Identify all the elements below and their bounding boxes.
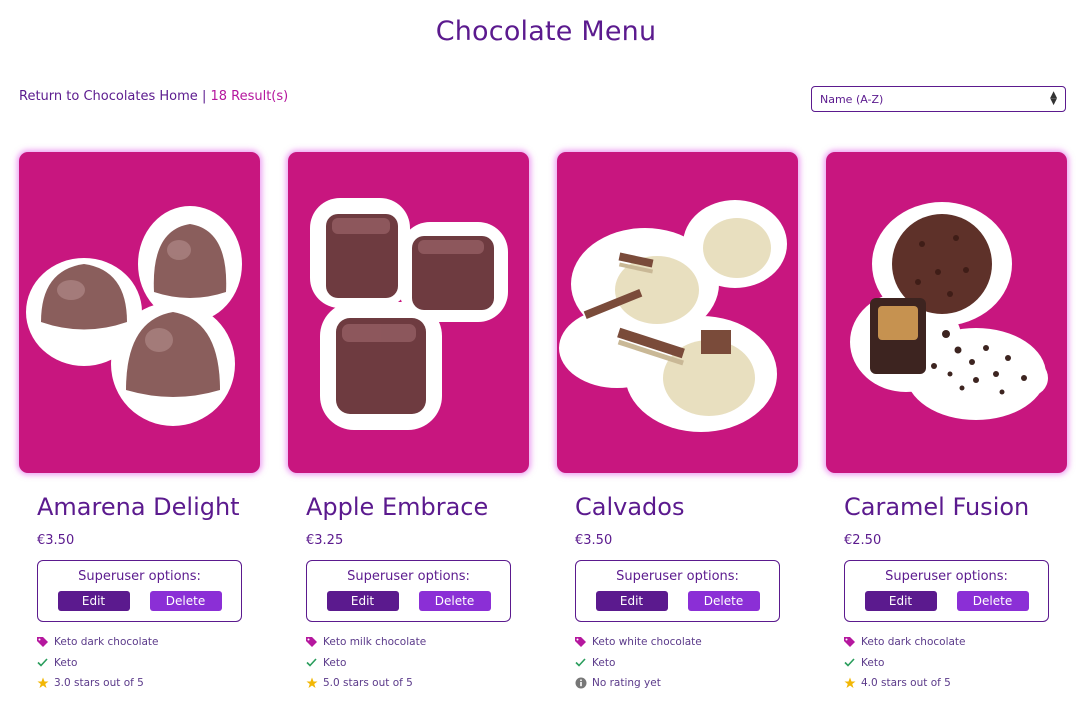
product-price: €3.25: [306, 533, 344, 548]
edit-button[interactable]: Edit: [864, 591, 937, 611]
superuser-options: Superuser options: Edit Delete: [844, 560, 1049, 622]
product-image[interactable]: [19, 152, 260, 473]
product-rating: 4.0 stars out of 5: [861, 677, 951, 690]
check-icon: [306, 658, 323, 667]
delete-button[interactable]: Delete: [418, 591, 491, 611]
chocolate-image: [559, 200, 787, 432]
product-price: €3.50: [575, 533, 613, 548]
product-meta: Keto milk chocolate Keto 5.0 stars out o…: [306, 632, 529, 694]
select-arrows-icon: ▲ ▼: [1050, 90, 1057, 107]
product-category: Keto dark chocolate: [861, 636, 966, 649]
superuser-title: Superuser options:: [78, 569, 201, 584]
edit-button[interactable]: Edit: [595, 591, 668, 611]
product-price: €3.50: [37, 533, 75, 548]
superuser-title: Superuser options:: [616, 569, 739, 584]
product-rating: No rating yet: [592, 677, 661, 690]
product-image[interactable]: [557, 152, 798, 473]
chocolate-image: [26, 206, 242, 426]
check-icon: [37, 658, 54, 667]
chocolate-image: [850, 202, 1048, 420]
superuser-title: Superuser options:: [347, 569, 470, 584]
info-icon: [575, 677, 592, 689]
tag-icon: [844, 636, 861, 648]
product-category: Keto milk chocolate: [323, 636, 427, 649]
superuser-options: Superuser options: Edit Delete: [306, 560, 511, 622]
edit-button[interactable]: Edit: [326, 591, 399, 611]
separator: |: [201, 89, 207, 104]
tag-icon: [306, 636, 323, 648]
product-category: Keto white chocolate: [592, 636, 702, 649]
star-icon: [844, 677, 861, 689]
product-name[interactable]: Apple Embrace: [306, 493, 529, 521]
product-image[interactable]: [288, 152, 529, 473]
product-card: Caramel Fusion €2.50 Superuser options: …: [826, 152, 1067, 694]
result-count: 18 Result(s): [210, 89, 289, 104]
star-icon: [37, 677, 54, 689]
product-card: Apple Embrace €3.25 Superuser options: E…: [288, 152, 529, 694]
tag-icon: [37, 636, 54, 648]
product-diet: Keto: [54, 656, 78, 669]
product-category: Keto dark chocolate: [54, 636, 159, 649]
delete-button[interactable]: Delete: [687, 591, 760, 611]
sort-selected-value: Name (A-Z): [820, 92, 884, 106]
check-icon: [844, 658, 861, 667]
product-rating: 5.0 stars out of 5: [323, 677, 413, 690]
edit-button[interactable]: Edit: [57, 591, 130, 611]
product-card: Calvados €3.50 Superuser options: Edit D…: [557, 152, 798, 694]
delete-button[interactable]: Delete: [149, 591, 222, 611]
page-title: Chocolate Menu: [435, 16, 657, 47]
star-icon: [306, 677, 323, 689]
results-bar: Return to Chocolates Home | 18 Result(s): [19, 89, 288, 104]
product-meta: Keto dark chocolate Keto 3.0 stars out o…: [37, 632, 260, 694]
sort-select[interactable]: Name (A-Z) ▲ ▼: [811, 86, 1066, 112]
product-diet: Keto: [592, 656, 616, 669]
chocolate-image: [310, 198, 508, 430]
product-meta: Keto white chocolate Keto No rating yet: [575, 632, 798, 694]
product-price: €2.50: [844, 533, 882, 548]
product-rating: 3.0 stars out of 5: [54, 677, 144, 690]
tag-icon: [575, 636, 592, 648]
product-diet: Keto: [323, 656, 347, 669]
product-name[interactable]: Calvados: [575, 493, 798, 521]
check-icon: [575, 658, 592, 667]
superuser-options: Superuser options: Edit Delete: [37, 560, 242, 622]
product-name[interactable]: Caramel Fusion: [844, 493, 1067, 521]
delete-button[interactable]: Delete: [956, 591, 1029, 611]
superuser-options: Superuser options: Edit Delete: [575, 560, 780, 622]
home-link[interactable]: Return to Chocolates Home: [19, 89, 198, 104]
product-diet: Keto: [861, 656, 885, 669]
product-image[interactable]: [826, 152, 1067, 473]
product-card: Amarena Delight €3.50 Superuser options:…: [19, 152, 260, 694]
superuser-title: Superuser options:: [885, 569, 1008, 584]
product-meta: Keto dark chocolate Keto 4.0 stars out o…: [844, 632, 1067, 694]
product-name[interactable]: Amarena Delight: [37, 493, 260, 521]
